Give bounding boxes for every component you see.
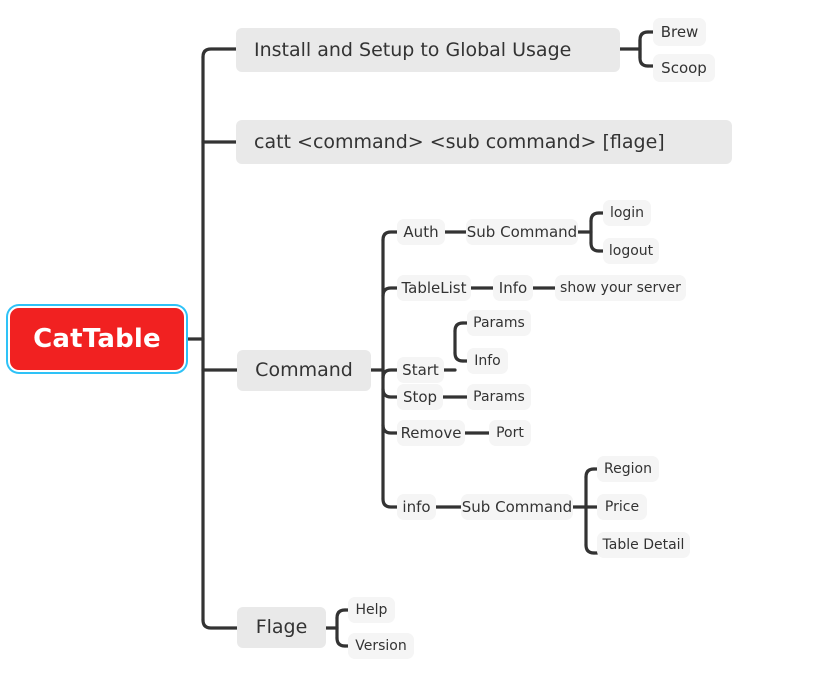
node-stop-label: Stop [402,387,438,406]
node-tablelist-info[interactable]: Info [493,275,533,301]
node-show-your-server[interactable]: show your server [555,275,686,301]
link-infosub-fork [584,467,596,555]
node-stop-params-label: Params [473,389,525,405]
link-subtrunk-auth [381,230,399,242]
node-command[interactable]: Command [237,350,371,391]
node-price-label: Price [604,499,640,515]
node-login[interactable]: login [603,200,651,226]
link-trunk-install [201,47,238,59]
link-install-fork [638,30,650,68]
node-info-label: info [402,497,431,516]
node-start-info-label: Info [474,353,501,369]
node-info-sub-command-label: Sub Command [461,497,573,516]
node-start-params[interactable]: Params [467,310,531,336]
node-root[interactable]: CatTable [8,306,186,372]
link-subtrunk-start [381,368,399,380]
node-auth-label: Auth [403,222,439,241]
node-install-and-setup[interactable]: Install and Setup to Global Usage [236,28,620,72]
mindmap-canvas: CatTable Install and Setup to Global Usa… [0,0,819,673]
node-remove-port-label: Port [496,425,524,441]
node-help[interactable]: Help [348,597,395,623]
node-scoop[interactable]: Scoop [653,54,715,82]
node-tablelist-info-label: Info [498,278,528,297]
node-info-sub-command[interactable]: Sub Command [461,494,573,520]
node-table-detail[interactable]: Table Detail [597,532,690,558]
node-start-label: Start [402,360,439,379]
node-start-info[interactable]: Info [467,348,508,374]
node-root-label: CatTable [33,324,161,354]
node-start[interactable]: Start [397,357,444,383]
node-logout[interactable]: logout [603,238,659,264]
link-authsub-fork [589,211,601,253]
link-start-fork [453,321,465,363]
node-price[interactable]: Price [597,494,647,520]
node-usage-syntax-label: catt <command> <sub command> [flage] [254,130,665,153]
node-version[interactable]: Version [348,633,414,659]
link-subtrunk-info [381,497,399,509]
node-show-your-server-label: show your server [560,280,681,296]
node-help-label: Help [355,602,388,618]
node-auth[interactable]: Auth [397,219,445,245]
link-flage-fork [335,608,347,648]
node-version-label: Version [355,638,407,654]
node-stop[interactable]: Stop [397,384,443,410]
node-remove-label: Remove [400,423,462,442]
node-install-and-setup-label: Install and Setup to Global Usage [254,38,572,61]
node-region-label: Region [604,461,652,477]
node-region[interactable]: Region [597,456,659,482]
node-tablelist[interactable]: TableList [397,275,471,301]
node-login-label: login [609,205,645,221]
node-remove-port[interactable]: Port [489,420,531,446]
link-subtrunk-stop [381,387,399,399]
node-table-detail-label: Table Detail [602,537,685,553]
link-subtrunk-remove [381,423,399,435]
node-info[interactable]: info [397,494,436,520]
node-usage-syntax[interactable]: catt <command> <sub command> [flage] [236,120,732,164]
node-command-label: Command [255,359,353,381]
node-remove[interactable]: Remove [397,420,465,446]
node-flage[interactable]: Flage [237,607,326,648]
node-stop-params[interactable]: Params [467,384,531,410]
node-scoop-label: Scoop [661,58,707,77]
node-start-params-label: Params [473,315,525,331]
node-flage-label: Flage [255,616,308,638]
node-auth-sub-command-label: Sub Command [466,222,578,241]
node-logout-label: logout [608,243,654,259]
node-auth-sub-command[interactable]: Sub Command [466,219,578,245]
link-trunk-flage [201,618,239,630]
node-brew[interactable]: Brew [653,18,706,46]
node-tablelist-label: TableList [401,278,467,297]
link-subtrunk-tablelist [381,286,399,298]
node-brew-label: Brew [660,22,699,41]
